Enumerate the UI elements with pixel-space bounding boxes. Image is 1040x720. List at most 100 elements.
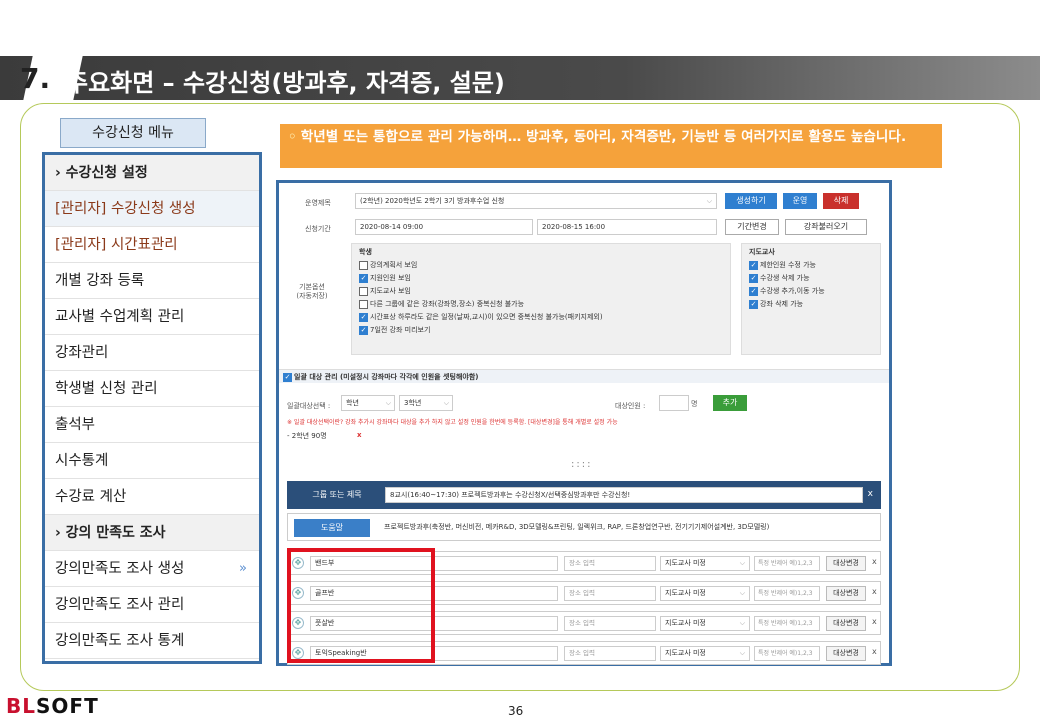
section-title-bar: 7. 주요화면 – 수강신청(방과후, 자격증, 설문) bbox=[0, 56, 1040, 100]
menu-item[interactable]: 강의만족도 조사 통계 bbox=[45, 623, 259, 659]
change-target-button[interactable]: 대상변경 bbox=[826, 616, 866, 631]
bulk-select-1[interactable]: 학년 ⌵ bbox=[341, 395, 395, 411]
group-remove-icon[interactable]: x bbox=[868, 489, 873, 499]
menu-item-label: 수강료 계산 bbox=[55, 489, 127, 505]
place-input[interactable]: 장소 입력 bbox=[564, 616, 656, 631]
option-item: ✓ 7일전 강좌 미리보기 bbox=[359, 325, 430, 335]
menu-item[interactable]: › 강의 만족도 조사 bbox=[45, 515, 259, 551]
menu-item[interactable]: 강좌관리 bbox=[45, 335, 259, 371]
menu-item[interactable]: 개별 강좌 등록 bbox=[45, 263, 259, 299]
checkbox-icon[interactable]: ✓ bbox=[749, 299, 758, 309]
notice-bullet: ◦ bbox=[288, 129, 297, 145]
menu-item-label: 교사별 수업계획 관리 bbox=[55, 309, 185, 325]
drag-handle[interactable]: :::: bbox=[571, 459, 592, 470]
teacher-value: 지도교사 미정 bbox=[665, 649, 706, 657]
chevron-down-icon: ⌵ bbox=[443, 399, 449, 407]
place-input[interactable]: 장소 입력 bbox=[564, 556, 656, 571]
run-button[interactable]: 운영 bbox=[783, 193, 817, 209]
bulk-select-label: 일괄대상선택 : bbox=[287, 402, 331, 410]
checkbox-icon[interactable]: ✓ bbox=[283, 372, 292, 382]
bulk-item: - 2학년 90명 bbox=[287, 432, 327, 440]
menu-item[interactable]: › 수강신청 설정 bbox=[45, 155, 259, 191]
change-period-button[interactable]: 기간변경 bbox=[725, 219, 779, 235]
target-count-input[interactable] bbox=[659, 395, 689, 411]
option-label: 제한인원 수정 가능 bbox=[760, 261, 816, 269]
menu-item-label: 학생별 신청 관리 bbox=[55, 381, 158, 397]
section-number: 7. bbox=[20, 62, 51, 95]
bulk-select-1-value: 학년 bbox=[346, 399, 359, 407]
chevron-down-icon: ⌵ bbox=[706, 197, 712, 205]
help-label: 도움말 bbox=[294, 519, 370, 537]
enrollment-menu: › 수강신청 설정 [관리자] 수강신청 생성 [관리자] 시간표관리개별 강좌 등… bbox=[42, 152, 262, 664]
option-label: 지도교사 보임 bbox=[370, 287, 411, 295]
help-text: 프로젝트방과후(축정반, 머신비전, 메카R&D, 3D모델링&프린팅, 일렉위… bbox=[384, 523, 770, 531]
delete-button[interactable]: 삭제 bbox=[823, 193, 859, 209]
menu-item[interactable]: 강의만족도 조사 관리 bbox=[45, 587, 259, 623]
teacher-value: 지도교사 미정 bbox=[665, 619, 706, 627]
menu-item-label: 출석부 bbox=[55, 417, 96, 433]
checkbox-icon[interactable]: ✓ bbox=[359, 325, 368, 335]
class-input[interactable]: 특정 반제어 예)1,2,3 bbox=[754, 616, 820, 631]
place-input[interactable]: 장소 입력 bbox=[564, 646, 656, 661]
teacher-select[interactable]: 지도교사 미정 ⌵ bbox=[660, 556, 750, 571]
menu-item[interactable]: 강의만족도 조사 생성 » bbox=[45, 551, 259, 587]
change-target-button[interactable]: 대상변경 bbox=[826, 586, 866, 601]
checkbox-icon[interactable]: ✓ bbox=[749, 273, 758, 283]
class-input[interactable]: 특정 반제어 예)1,2,3 bbox=[754, 586, 820, 601]
change-target-button[interactable]: 대상변경 bbox=[826, 556, 866, 571]
bulk-select-2[interactable]: 3학년 ⌵ bbox=[399, 395, 453, 411]
bulk-title: ✓ 일괄 대상 관리 (미설정시 강좌마다 각각에 인원을 셋팅해야함) bbox=[283, 372, 478, 382]
checkbox-icon[interactable]: ✓ bbox=[749, 260, 758, 270]
period-start-input[interactable]: 2020-08-14 09:00 bbox=[355, 219, 533, 235]
menu-item-label: 개별 강좌 등록 bbox=[55, 273, 145, 289]
group-title-input[interactable]: 8교시(16:40~17:30) 프로젝트방과후는 수강신청X/선택중심방과후만… bbox=[385, 487, 863, 503]
menu-item[interactable]: 학생별 신청 관리 bbox=[45, 371, 259, 407]
remove-row-icon[interactable]: x bbox=[872, 557, 877, 566]
period-end-input[interactable]: 2020-08-15 16:00 bbox=[537, 219, 717, 235]
option-item: ✓ 강좌 삭제 가능 bbox=[749, 299, 803, 309]
menu-item-label: 강의만족도 조사 관리 bbox=[55, 597, 185, 613]
change-target-button[interactable]: 대상변경 bbox=[826, 646, 866, 661]
checkbox-icon[interactable]: ✓ bbox=[359, 273, 368, 283]
remove-row-icon[interactable]: x bbox=[872, 647, 877, 656]
remove-row-icon[interactable]: x bbox=[872, 617, 877, 626]
op-title-select[interactable]: (2학년) 2020학년도 2학기 3기 방과후수업 신청 ⌵ bbox=[355, 193, 717, 209]
teacher-select[interactable]: 지도교사 미정 ⌵ bbox=[660, 646, 750, 661]
chevron-down-icon: ⌵ bbox=[739, 649, 745, 657]
checkbox-icon[interactable]: ✓ bbox=[749, 286, 758, 296]
load-courses-button[interactable]: 강좌불러오기 bbox=[785, 219, 867, 235]
menu-item[interactable]: [관리자] 시간표관리 bbox=[45, 227, 259, 263]
menu-item[interactable]: 교사별 수업계획 관리 bbox=[45, 299, 259, 335]
option-label: 강좌 삭제 가능 bbox=[760, 300, 804, 308]
remove-row-icon[interactable]: x bbox=[872, 587, 877, 596]
section-title: 주요화면 – 수강신청(방과후, 자격증, 설문) bbox=[66, 69, 505, 97]
checkbox-icon[interactable] bbox=[359, 299, 368, 309]
page-number: 36 bbox=[508, 704, 524, 718]
teacher-select[interactable]: 지도교사 미정 ⌵ bbox=[660, 586, 750, 601]
checkbox-icon[interactable] bbox=[359, 286, 368, 296]
bulk-item-remove[interactable]: x bbox=[357, 431, 362, 439]
period-label: 신청기간 bbox=[305, 225, 331, 233]
menu-item-label: 시수통계 bbox=[55, 453, 109, 469]
options-label: 기본옵션 (자동저장) bbox=[296, 283, 328, 300]
place-input[interactable]: 장소 입력 bbox=[564, 586, 656, 601]
menu-item-label: [관리자] 시간표관리 bbox=[55, 237, 178, 253]
option-item: ✓ 시간표상 하루라도 같은 일정(날짜,교시)이 있으면 중복신청 불가능(패키… bbox=[359, 312, 603, 322]
option-label: 지원인원 보임 bbox=[370, 274, 411, 282]
create-button[interactable]: 생성하기 bbox=[725, 193, 777, 209]
logo-soft: SOFT bbox=[36, 694, 99, 718]
checkbox-icon[interactable]: ✓ bbox=[359, 312, 368, 322]
target-unit: 명 bbox=[691, 400, 698, 408]
menu-item[interactable]: 출석부 bbox=[45, 407, 259, 443]
class-input[interactable]: 특정 반제어 예)1,2,3 bbox=[754, 646, 820, 661]
teacher-value: 지도교사 미정 bbox=[665, 559, 706, 567]
chevron-down-icon: ⌵ bbox=[739, 619, 745, 627]
add-button[interactable]: 추가 bbox=[713, 395, 747, 411]
menu-item[interactable]: 시수통계 bbox=[45, 443, 259, 479]
menu-item[interactable]: 수강료 계산 bbox=[45, 479, 259, 515]
menu-item[interactable]: [관리자] 수강신청 생성 bbox=[45, 191, 259, 227]
teacher-select[interactable]: 지도교사 미정 ⌵ bbox=[660, 616, 750, 631]
class-input[interactable]: 특정 반제어 예)1,2,3 bbox=[754, 556, 820, 571]
option-item: ✓ 제한인원 수정 가능 bbox=[749, 260, 816, 270]
checkbox-icon[interactable] bbox=[359, 260, 368, 270]
